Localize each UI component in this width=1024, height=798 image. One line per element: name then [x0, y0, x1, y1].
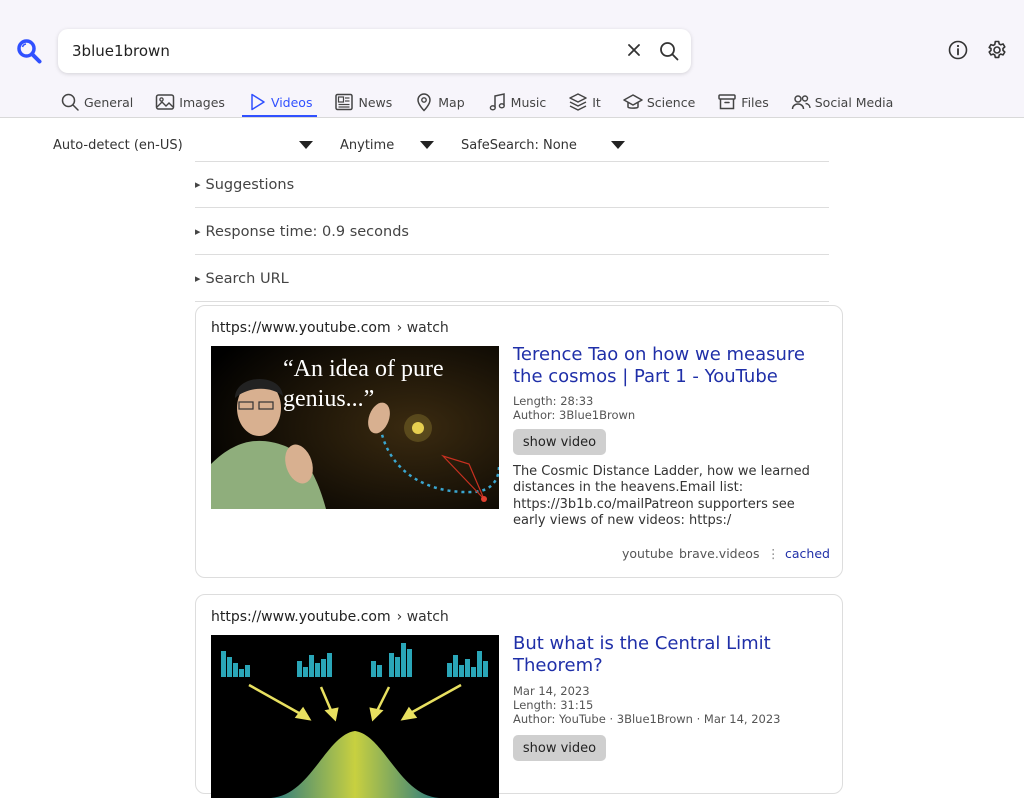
search-logo-icon[interactable]	[16, 38, 42, 64]
header-bar: General Images Videos News Map Music It	[0, 0, 1024, 118]
result-title[interactable]: But what is the Central Limit Theorem?	[513, 633, 833, 677]
category-tabs: General Images Videos News Map Music It	[58, 88, 913, 118]
result-url[interactable]: https://www.youtube.com › watch	[211, 320, 449, 336]
tab-files[interactable]: Files	[715, 88, 770, 116]
tab-label: Social Media	[814, 94, 894, 110]
tab-label: Music	[510, 94, 547, 110]
search-box	[58, 29, 691, 73]
show-video-button[interactable]: show video	[513, 735, 606, 761]
video-author: Author: 3Blue1Brown	[513, 408, 636, 422]
response-time-toggle[interactable]: ▸ Response time: 0.9 seconds	[195, 209, 829, 255]
tab-images[interactable]: Images	[153, 88, 227, 116]
cached-link[interactable]: cached	[785, 546, 830, 561]
layers-icon	[569, 93, 587, 111]
result-card: https://www.youtube.com › watch But what…	[195, 594, 843, 798]
tab-label: Images	[179, 94, 225, 110]
search-url-toggle[interactable]: ▸ Search URL	[195, 256, 829, 302]
tab-label: General	[84, 94, 134, 110]
tab-social-media[interactable]: Social Media	[789, 88, 896, 116]
music-note-icon	[489, 93, 505, 111]
tab-news[interactable]: News	[332, 88, 394, 116]
video-thumbnail[interactable]	[211, 635, 499, 798]
tab-label: Files	[741, 94, 769, 110]
video-thumbnail[interactable]: “An idea of pure genius...”	[211, 346, 499, 509]
tab-it[interactable]: It	[566, 88, 603, 116]
time-range-select[interactable]: Anytime	[340, 134, 436, 156]
result-description: The Cosmic Distance Ladder, how we learn…	[513, 464, 810, 528]
chevron-down-icon	[420, 141, 434, 149]
gear-icon[interactable]	[986, 39, 1008, 61]
result-url[interactable]: https://www.youtube.com › watch	[211, 609, 449, 625]
result-breadcrumb: › watch	[396, 609, 449, 625]
chevron-down-icon	[299, 141, 313, 149]
thumbnail-image	[211, 635, 499, 798]
suggestions-toggle[interactable]: ▸ Suggestions	[195, 162, 829, 208]
graduation-cap-icon	[623, 94, 643, 109]
magnifier-icon	[61, 93, 79, 111]
engine-youtube: youtube	[622, 546, 674, 561]
thumbnail-image: “An idea of pure genius...”	[211, 346, 499, 509]
response-time-label: Response time: 0.9 seconds	[205, 223, 409, 240]
tab-general[interactable]: General	[58, 88, 135, 116]
video-length: Length: 28:33	[513, 394, 594, 408]
people-icon	[791, 95, 811, 110]
result-title[interactable]: Terence Tao on how we measure the cosmos…	[513, 344, 833, 388]
thumbnail-caption: “An idea of pure	[283, 356, 444, 382]
tab-videos[interactable]: Videos	[241, 88, 318, 117]
result-host: https://www.youtube.com	[211, 320, 391, 336]
close-icon[interactable]	[624, 40, 644, 60]
chevron-down-icon	[611, 141, 625, 149]
suggestions-label: Suggestions	[205, 176, 295, 193]
archive-icon	[718, 94, 737, 110]
tab-label: Videos	[270, 94, 313, 110]
info-icon[interactable]	[947, 39, 969, 61]
video-author: Author: YouTube · 3Blue1Brown · Mar 14, …	[513, 712, 781, 726]
more-options-icon[interactable]: ⋮	[767, 546, 780, 561]
search-input[interactable]	[72, 39, 612, 63]
safesearch-value: SafeSearch: None	[461, 137, 577, 153]
play-icon	[251, 93, 265, 111]
time-range-value: Anytime	[340, 137, 395, 153]
tab-label: Science	[646, 94, 696, 110]
show-video-button[interactable]: show video	[513, 429, 606, 455]
search-icon[interactable]	[658, 40, 680, 62]
language-select[interactable]: Auto-detect (en-US)	[53, 134, 315, 156]
thumbnail-caption: genius...”	[283, 386, 374, 412]
result-card: https://www.youtube.com › watch “An idea…	[195, 305, 843, 578]
disclosure-triangle-icon: ▸	[195, 225, 201, 238]
language-value: Auto-detect (en-US)	[53, 137, 183, 153]
disclosure-triangle-icon: ▸	[195, 178, 201, 191]
tab-label: News	[358, 94, 393, 110]
tab-label: It	[592, 94, 601, 110]
result-breadcrumb: › watch	[396, 320, 449, 336]
tab-science[interactable]: Science	[621, 88, 697, 116]
map-pin-icon	[417, 93, 432, 112]
video-date: Mar 14, 2023	[513, 684, 590, 698]
tab-label: Map	[438, 94, 465, 110]
safesearch-select[interactable]: SafeSearch: None	[461, 134, 626, 156]
video-length: Length: 31:15	[513, 698, 594, 712]
engine-brave-videos: brave.videos	[679, 546, 760, 561]
result-host: https://www.youtube.com	[211, 609, 391, 625]
search-url-label: Search URL	[205, 270, 289, 287]
disclosure-triangle-icon: ▸	[195, 272, 201, 285]
tab-map[interactable]: Map	[412, 88, 466, 116]
tab-music[interactable]: Music	[485, 88, 549, 116]
newspaper-icon	[335, 93, 354, 111]
image-icon	[156, 94, 175, 110]
